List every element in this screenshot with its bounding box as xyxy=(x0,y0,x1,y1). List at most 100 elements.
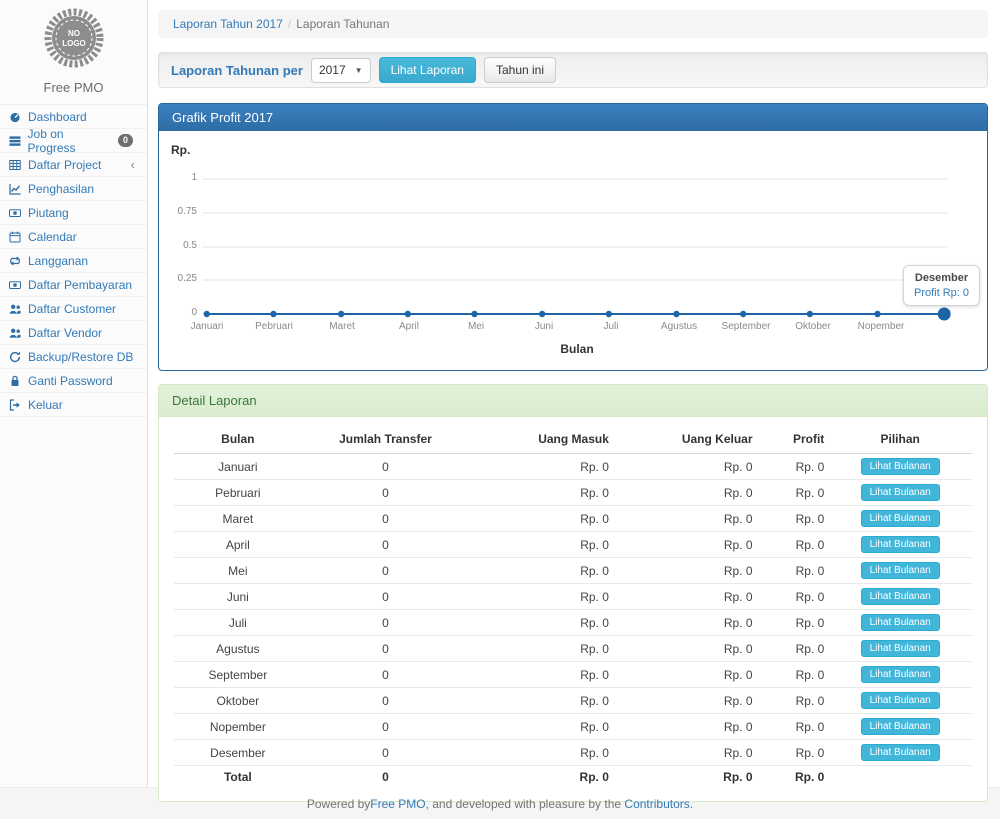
lihat-bulanan-button[interactable]: Lihat Bulanan xyxy=(861,614,940,631)
sidebar-item-penghasilan[interactable]: Penghasilan xyxy=(0,177,147,201)
y-tick-label: 0.5 xyxy=(167,240,197,251)
lihat-bulanan-button[interactable]: Lihat Bulanan xyxy=(861,666,940,683)
cell-bulan: April xyxy=(174,532,302,558)
brand-name: Free PMO xyxy=(0,80,147,95)
cell-uang-keluar: Rp. 0 xyxy=(613,480,757,506)
sidebar-item-dashboard[interactable]: Dashboard xyxy=(0,105,147,129)
sidebar-item-backup-restore-db[interactable]: Backup/Restore DB xyxy=(0,345,147,369)
y-tick-label: 0.25 xyxy=(167,273,197,284)
data-point-pebruari xyxy=(270,311,276,317)
users-icon xyxy=(8,303,22,315)
data-point-mei xyxy=(471,311,477,317)
lihat-bulanan-button[interactable]: Lihat Bulanan xyxy=(861,458,940,475)
money-icon xyxy=(8,207,22,219)
table-row: April 0 Rp. 0 Rp. 0 Rp. 0 Lihat Bulanan xyxy=(174,532,972,558)
cell-total-uang-keluar: Rp. 0 xyxy=(613,766,757,789)
profit-chart: Rp. xyxy=(159,131,987,370)
breadcrumb-link[interactable]: Laporan Tahun 2017 xyxy=(173,17,283,31)
sidebar-item-label: Penghasilan xyxy=(28,182,94,196)
lihat-bulanan-button[interactable]: Lihat Bulanan xyxy=(861,744,940,761)
lihat-bulanan-button[interactable]: Lihat Bulanan xyxy=(861,718,940,735)
contributors-link[interactable]: Contributors. xyxy=(624,797,693,811)
lihat-bulanan-button[interactable]: Lihat Bulanan xyxy=(861,484,940,501)
sidebar-item-label: Langganan xyxy=(28,254,88,268)
header-uang-keluar: Uang Keluar xyxy=(613,425,757,454)
cell-profit: Rp. 0 xyxy=(757,636,829,662)
table-row: Agustus 0 Rp. 0 Rp. 0 Rp. 0 Lihat Bulana… xyxy=(174,636,972,662)
line-chart-icon xyxy=(8,183,22,195)
sidebar-item-ganti-password[interactable]: Ganti Password xyxy=(0,369,147,393)
x-tick-label: April xyxy=(399,321,419,332)
main-content: Laporan Tahun 2017/Laporan Tahunan Lapor… xyxy=(148,0,1000,787)
free-pmo-link[interactable]: Free PMO xyxy=(370,797,425,811)
lihat-laporan-button[interactable]: Lihat Laporan xyxy=(379,57,476,83)
sidebar-item-daftar-project[interactable]: Daftar Project ‹ xyxy=(0,153,147,177)
sign-out-icon xyxy=(8,399,22,411)
cell-total-jumlah-transfer: 0 xyxy=(302,766,470,789)
x-axis-title: Bulan xyxy=(560,342,593,356)
cell-uang-keluar: Rp. 0 xyxy=(613,532,757,558)
sidebar-item-label: Dashboard xyxy=(28,110,87,124)
cell-uang-masuk: Rp. 0 xyxy=(469,454,613,480)
lihat-bulanan-button[interactable]: Lihat Bulanan xyxy=(861,536,940,553)
sidebar-item-label: Job on Progress xyxy=(28,127,112,155)
cell-profit: Rp. 0 xyxy=(757,532,829,558)
sidebar-item-keluar[interactable]: Keluar xyxy=(0,393,147,417)
lihat-bulanan-button[interactable]: Lihat Bulanan xyxy=(861,510,940,527)
lihat-bulanan-button[interactable]: Lihat Bulanan xyxy=(861,692,940,709)
report-panel-title: Detail Laporan xyxy=(159,385,987,417)
sidebar-item-daftar-vendor[interactable]: Daftar Vendor xyxy=(0,321,147,345)
tahun-ini-button[interactable]: Tahun ini xyxy=(484,57,556,83)
cell-bulan: September xyxy=(174,662,302,688)
cell-jumlah-transfer: 0 xyxy=(302,558,470,584)
y-tick-label: 0.75 xyxy=(167,206,197,217)
retweet-icon xyxy=(8,255,22,267)
cell-uang-masuk: Rp. 0 xyxy=(469,532,613,558)
footer-text: , and developed with pleasure by the xyxy=(426,797,621,811)
tooltip-value: Profit Rp: 0 xyxy=(914,287,969,299)
sidebar-item-daftar-pembayaran[interactable]: Daftar Pembayaran xyxy=(0,273,147,297)
x-tick-label: Januari xyxy=(191,321,224,332)
lihat-bulanan-button[interactable]: Lihat Bulanan xyxy=(861,562,940,579)
lihat-bulanan-button[interactable]: Lihat Bulanan xyxy=(861,640,940,657)
sidebar-item-label: Calendar xyxy=(28,230,77,244)
data-point-september xyxy=(740,311,746,317)
cell-jumlah-transfer: 0 xyxy=(302,688,470,714)
caret-down-icon: ▼ xyxy=(355,66,363,75)
sidebar-item-daftar-customer[interactable]: Daftar Customer xyxy=(0,297,147,321)
table-header-row: Bulan Jumlah Transfer Uang Masuk Uang Ke… xyxy=(174,425,972,454)
table-row: Juni 0 Rp. 0 Rp. 0 Rp. 0 Lihat Bulanan xyxy=(174,584,972,610)
count-badge: 0 xyxy=(118,134,133,147)
table-total-row: Total 0 Rp. 0 Rp. 0 Rp. 0 xyxy=(174,766,972,789)
sidebar-item-label: Ganti Password xyxy=(28,374,113,388)
cell-profit: Rp. 0 xyxy=(757,688,829,714)
year-select[interactable]: 2017 ▼ xyxy=(311,58,371,83)
footer-text: Powered by xyxy=(307,797,370,811)
cell-jumlah-transfer: 0 xyxy=(302,480,470,506)
header-jumlah-transfer: Jumlah Transfer xyxy=(302,425,470,454)
cell-uang-keluar: Rp. 0 xyxy=(613,662,757,688)
cell-profit: Rp. 0 xyxy=(757,740,829,766)
filter-label: Laporan Tahunan per xyxy=(171,63,303,78)
sidebar-item-calendar[interactable]: Calendar xyxy=(0,225,147,249)
cell-uang-keluar: Rp. 0 xyxy=(613,688,757,714)
x-tick-label: Mei xyxy=(468,321,484,332)
sidebar-item-langganan[interactable]: Langganan xyxy=(0,249,147,273)
lock-icon xyxy=(8,375,22,387)
sidebar-menu: Dashboard Job on Progress 0 Daftar Proje… xyxy=(0,105,147,417)
cell-jumlah-transfer: 0 xyxy=(302,740,470,766)
report-panel: Detail Laporan Bulan Jumlah Transfer Uan… xyxy=(158,384,988,802)
sidebar: NO LOGO Free PMO Dashboard Job on Progre… xyxy=(0,0,148,787)
lihat-bulanan-button[interactable]: Lihat Bulanan xyxy=(861,588,940,605)
sidebar-item-job-on-progress[interactable]: Job on Progress 0 xyxy=(0,129,147,153)
x-tick-label: Agustus xyxy=(661,321,697,332)
cell-bulan: Desember xyxy=(174,740,302,766)
report-table-wrapper: Bulan Jumlah Transfer Uang Masuk Uang Ke… xyxy=(159,417,987,801)
sidebar-item-label: Daftar Project xyxy=(28,158,101,172)
cell-uang-masuk: Rp. 0 xyxy=(469,740,613,766)
tooltip-title: Desember xyxy=(914,272,969,284)
cell-bulan: Januari xyxy=(174,454,302,480)
cell-uang-masuk: Rp. 0 xyxy=(469,506,613,532)
dashboard-icon xyxy=(8,111,22,123)
sidebar-item-piutang[interactable]: Piutang xyxy=(0,201,147,225)
